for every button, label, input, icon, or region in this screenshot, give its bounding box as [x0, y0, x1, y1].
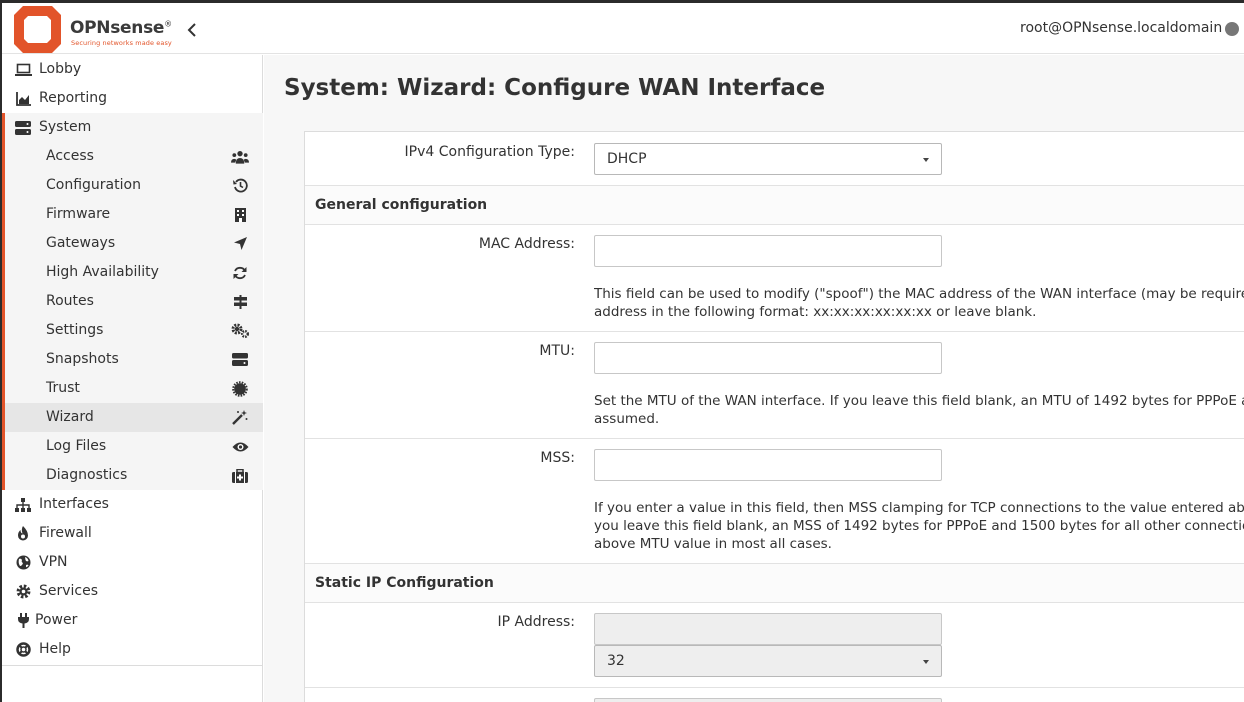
next-field-input[interactable] — [594, 698, 942, 702]
mss-help: If you enter a value in this field, then… — [594, 500, 1244, 552]
mac-address-label: MAC Address: — [478, 236, 575, 252]
eye-icon — [231, 438, 249, 455]
cogs-icon — [231, 322, 249, 339]
plug-icon — [14, 612, 32, 629]
sidebar-item-wizard[interactable]: Wizard — [2, 403, 263, 432]
sidebar-item-gateways[interactable]: Gateways — [2, 229, 263, 258]
mss-label: MSS: — [540, 450, 575, 466]
sidebar-item-system[interactable]: System — [2, 113, 263, 142]
sidebar-item-interfaces[interactable]: Interfaces — [2, 490, 263, 519]
ip-address-input[interactable] — [594, 613, 942, 645]
wizard-form-panel: IPv4 Configuration Type: DHCP General co… — [304, 131, 1244, 702]
mtu-help: Set the MTU of the WAN interface. If you… — [594, 393, 1244, 427]
next-field-row — [305, 688, 1244, 702]
globe-icon — [14, 554, 32, 571]
sidebar-item-lobby[interactable]: Lobby — [2, 55, 263, 84]
server-icon — [14, 119, 32, 136]
sidebar-item-access[interactable]: Access — [2, 142, 263, 171]
caret-down-icon — [923, 158, 929, 162]
sidebar-item-log-files[interactable]: Log Files — [2, 432, 263, 461]
sidebar-item-settings[interactable]: Settings — [2, 316, 263, 345]
mac-address-help: This field can be used to modify ("spoof… — [594, 286, 1244, 320]
chevron-left-icon — [187, 23, 196, 37]
ipv4-type-select[interactable]: DHCP — [594, 143, 942, 175]
sidebar: Lobby Reporting System Access Configurat… — [2, 55, 263, 702]
main-content: System: Wizard: Configure WAN Interface … — [264, 55, 1244, 702]
top-header: OPNsense® Securing networks made easy ro… — [2, 3, 1244, 54]
certificate-icon — [231, 380, 249, 397]
sidebar-item-diagnostics[interactable]: Diagnostics — [2, 461, 263, 490]
sidebar-divider — [2, 665, 263, 666]
sitemap-icon — [14, 496, 32, 513]
magic-icon — [231, 409, 249, 426]
building-icon — [231, 206, 249, 223]
opnsense-logo-icon[interactable] — [14, 6, 61, 53]
user-menu[interactable]: root@OPNsense.localdomain — [1020, 20, 1222, 36]
sidebar-item-trust[interactable]: Trust — [2, 374, 263, 403]
signs-icon — [231, 293, 249, 310]
sidebar-item-services[interactable]: Services — [2, 577, 263, 606]
sidebar-item-routes[interactable]: Routes — [2, 287, 263, 316]
history-icon — [231, 177, 249, 194]
brand-tagline: Securing networks made easy — [71, 39, 172, 47]
subnet-select[interactable]: 32 — [594, 645, 942, 677]
area-chart-icon — [14, 90, 32, 107]
sidebar-item-firewall[interactable]: Firewall — [2, 519, 263, 548]
general-config-title: General configuration — [315, 197, 488, 213]
page-title: System: Wizard: Configure WAN Interface — [284, 75, 826, 101]
sidebar-item-vpn[interactable]: VPN — [2, 548, 263, 577]
life-ring-icon — [14, 641, 32, 658]
mac-address-row: MAC Address: This field can be used to m… — [305, 225, 1244, 332]
ip-address-label: IP Address: — [497, 614, 576, 630]
sidebar-item-help[interactable]: Help — [2, 635, 263, 664]
sidebar-item-high-availability[interactable]: High Availability — [2, 258, 263, 287]
medkit-icon — [231, 467, 249, 484]
mss-input[interactable] — [594, 449, 942, 481]
brand-name: OPNsense® — [70, 18, 172, 38]
general-config-section: General configuration — [305, 186, 1244, 225]
sidebar-item-reporting[interactable]: Reporting — [2, 84, 263, 113]
ip-address-row: IP Address: 32 — [305, 603, 1244, 688]
location-arrow-icon — [231, 235, 249, 252]
mac-address-input[interactable] — [594, 235, 942, 267]
sidebar-item-firmware[interactable]: Firmware — [2, 200, 263, 229]
mtu-row: MTU: Set the MTU of the WAN interface. I… — [305, 332, 1244, 439]
mtu-label: MTU: — [539, 343, 575, 359]
caret-down-icon — [923, 660, 929, 664]
mss-row: MSS: If you enter a value in this field,… — [305, 439, 1244, 564]
refresh-icon — [231, 264, 249, 281]
laptop-icon — [14, 61, 32, 78]
sidebar-collapse-button[interactable] — [182, 19, 202, 41]
sidebar-item-snapshots[interactable]: Snapshots — [2, 345, 263, 374]
cog-icon — [14, 583, 32, 600]
static-ip-title: Static IP Configuration — [315, 575, 494, 591]
ipv4-type-row: IPv4 Configuration Type: DHCP — [305, 132, 1244, 186]
sidebar-item-power[interactable]: Power — [2, 606, 263, 635]
ipv4-type-label: IPv4 Configuration Type: — [404, 144, 575, 160]
hdd-icon — [231, 351, 249, 368]
static-ip-section: Static IP Configuration — [305, 564, 1244, 603]
sidebar-item-configuration[interactable]: Configuration — [2, 171, 263, 200]
fire-icon — [14, 525, 32, 542]
mtu-input[interactable] — [594, 342, 942, 374]
users-icon — [231, 148, 249, 165]
status-indicator[interactable] — [1225, 22, 1239, 36]
